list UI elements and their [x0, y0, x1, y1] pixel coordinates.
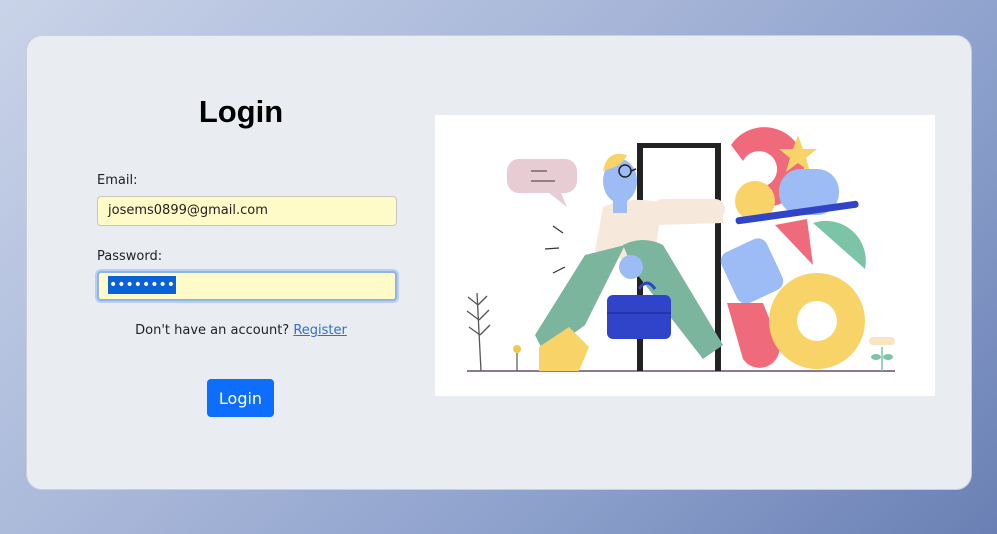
password-field[interactable]: ••••••••	[97, 271, 397, 301]
register-link[interactable]: Register	[293, 323, 347, 338]
login-card: Login Email: josems0899@gmail.com Passwo…	[26, 35, 972, 490]
password-label: Password:	[97, 249, 163, 264]
page-title: Login	[198, 94, 284, 129]
person-walking-through-door-illustration	[466, 127, 895, 372]
login-button[interactable]: Login	[207, 379, 274, 417]
email-field[interactable]: josems0899@gmail.com	[97, 196, 397, 226]
no-account-text: Don't have an account?	[135, 323, 290, 338]
login-form: Login Email: josems0899@gmail.com Passwo…	[97, 36, 397, 489]
register-prompt: Don't have an account? Register	[97, 323, 385, 338]
login-illustration	[435, 115, 935, 396]
email-value: josems0899@gmail.com	[108, 203, 268, 218]
password-value: ••••••••	[108, 276, 177, 294]
email-label: Email:	[97, 173, 138, 188]
